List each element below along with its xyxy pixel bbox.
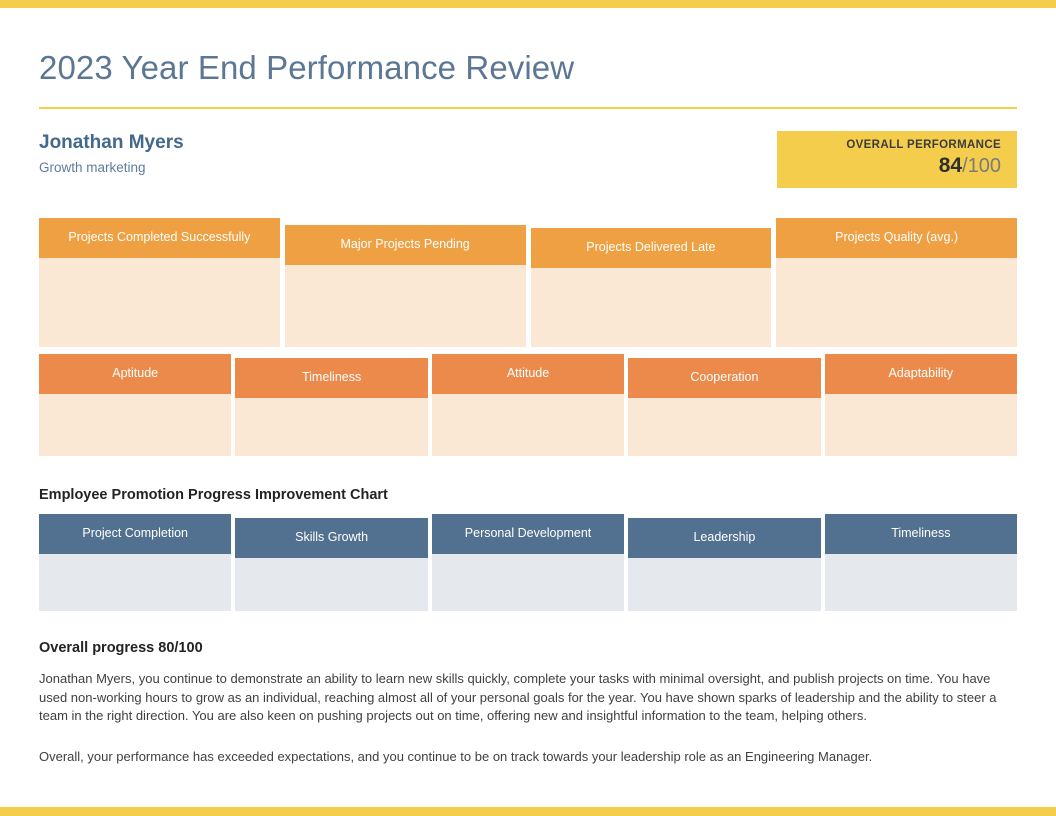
bar-fill bbox=[235, 557, 428, 612]
projects-bar-chart: Projects Completed Successfully Major Pr… bbox=[39, 218, 1017, 348]
bar-column: Projects Quality (avg.) bbox=[776, 218, 1017, 348]
employee-role: Growth marketing bbox=[39, 160, 146, 176]
bar-label: Skills Growth bbox=[235, 518, 428, 558]
bar-column: Timeliness bbox=[824, 514, 1018, 612]
bar-fill bbox=[39, 394, 232, 457]
bar-fill bbox=[628, 398, 821, 457]
promotion-bar-chart: Project Completion Skills Growth Persona… bbox=[39, 514, 1018, 612]
bar-fill bbox=[824, 553, 1018, 612]
summary-paragraph: Jonathan Myers, you continue to demonstr… bbox=[39, 671, 997, 724]
bar-label: Cooperation bbox=[628, 358, 821, 399]
bar-label: Leadership bbox=[628, 518, 821, 558]
bar-label: Projects Delivered Late bbox=[530, 228, 772, 269]
bar-fill bbox=[824, 394, 1018, 457]
bar-column: Cooperation bbox=[628, 358, 821, 457]
overall-performance-score: 84 bbox=[938, 153, 963, 177]
bar-label: Adaptability bbox=[824, 354, 1018, 395]
top-accent-bar bbox=[0, 0, 1056, 8]
summary-heading: Overall progress 80/100 bbox=[39, 640, 203, 657]
bar-label: Projects Quality (avg.) bbox=[776, 218, 1017, 259]
bar-fill bbox=[39, 258, 280, 348]
bar-fill bbox=[431, 394, 625, 457]
bar-column: Adaptability bbox=[824, 354, 1018, 457]
bar-column: Project Completion bbox=[39, 514, 232, 612]
bar-label: Timeliness bbox=[235, 358, 428, 399]
bar-fill bbox=[235, 398, 428, 457]
bar-fill bbox=[284, 265, 526, 348]
summary-paragraph: Overall, your performance has exceeded e… bbox=[39, 748, 873, 764]
title-divider bbox=[39, 107, 1017, 110]
page-title: 2023 Year End Performance Review bbox=[39, 49, 575, 86]
bar-fill bbox=[530, 268, 772, 348]
bar-label: Projects Completed Successfully bbox=[39, 218, 280, 259]
attributes-bar-chart: Aptitude Timeliness Attitude Cooperation… bbox=[39, 354, 1018, 457]
bar-column: Personal Development bbox=[431, 514, 625, 612]
summary-section: Overall progress 80/100 Jonathan Myers, … bbox=[39, 640, 1017, 766]
bar-label: Attitude bbox=[431, 354, 625, 395]
bar-column: Projects Delivered Late bbox=[530, 228, 772, 348]
employee-name: Jonathan Myers bbox=[39, 132, 184, 154]
bar-column: Attitude bbox=[431, 354, 625, 457]
employee-identity: Jonathan Myers Growth marketing bbox=[39, 131, 184, 176]
bar-column: Projects Completed Successfully bbox=[39, 218, 280, 348]
bar-column: Timeliness bbox=[235, 358, 428, 457]
overall-performance-value: 84/100 bbox=[777, 153, 1001, 177]
overall-performance-badge: OVERALL PERFORMANCE 84/100 bbox=[777, 131, 1017, 189]
bar-column: Leadership bbox=[628, 518, 821, 612]
bar-column: Skills Growth bbox=[235, 518, 428, 612]
bar-label: Personal Development bbox=[431, 514, 625, 554]
promotion-chart-heading: Employee Promotion Progress Improvement … bbox=[39, 487, 388, 504]
bar-fill bbox=[431, 553, 625, 612]
document-page: 2023 Year End Performance Review Jonatha… bbox=[0, 8, 1056, 766]
bar-label: Timeliness bbox=[824, 514, 1018, 554]
overall-performance-label: OVERALL PERFORMANCE bbox=[846, 139, 1001, 152]
bar-fill bbox=[39, 553, 232, 612]
bar-fill bbox=[776, 258, 1017, 348]
bar-label: Major Projects Pending bbox=[284, 225, 526, 266]
bar-label: Project Completion bbox=[39, 514, 232, 554]
bar-column: Major Projects Pending bbox=[284, 225, 526, 348]
bar-fill bbox=[628, 557, 821, 612]
employee-header: Jonathan Myers Growth marketing OVERALL … bbox=[39, 131, 1017, 193]
overall-performance-max: /100 bbox=[962, 154, 1001, 177]
bar-column: Aptitude bbox=[39, 354, 232, 457]
bar-label: Aptitude bbox=[39, 354, 232, 395]
bottom-accent-bar bbox=[0, 807, 1056, 816]
